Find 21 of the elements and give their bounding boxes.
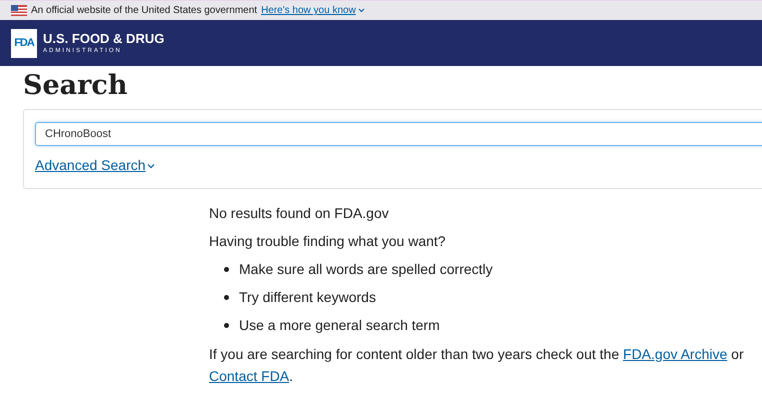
bullet-icon [224, 322, 229, 328]
bullet-icon [224, 266, 229, 272]
search-field[interactable]: CHronoBoost [35, 122, 762, 146]
chevron-icon [358, 8, 365, 13]
bullet-icon [224, 294, 229, 300]
tip-text: Try different keywords [239, 288, 376, 307]
no-results-message: No results found on FDA.gov [209, 204, 390, 223]
contact-link[interactable]: Contact FDA [209, 368, 290, 384]
chevron-icon [146, 162, 155, 168]
how-you-know-link[interactable]: Here's how you know [261, 3, 365, 18]
agency-title: U.S. FOOD & DRUG [43, 30, 164, 46]
advanced-search-link[interactable]: Advanced Search [35, 155, 155, 176]
tip-text: Use a more general search term [239, 316, 440, 335]
banner-text: An official website of the United States government [31, 4, 258, 18]
tip-text: Make sure all words are spelled correctly [239, 260, 493, 279]
fda-logo[interactable]: FDA [11, 28, 37, 58]
flag-icon [11, 5, 27, 16]
help-heading: Having trouble finding what you want? [209, 232, 447, 251]
page-title: Search [23, 69, 128, 103]
archive-note: If you are searching for content older than two years check out the FDA.gov Archive or Contact FDA. [209, 345, 745, 386]
archive-link[interactable]: FDA.gov Archive [623, 346, 728, 362]
